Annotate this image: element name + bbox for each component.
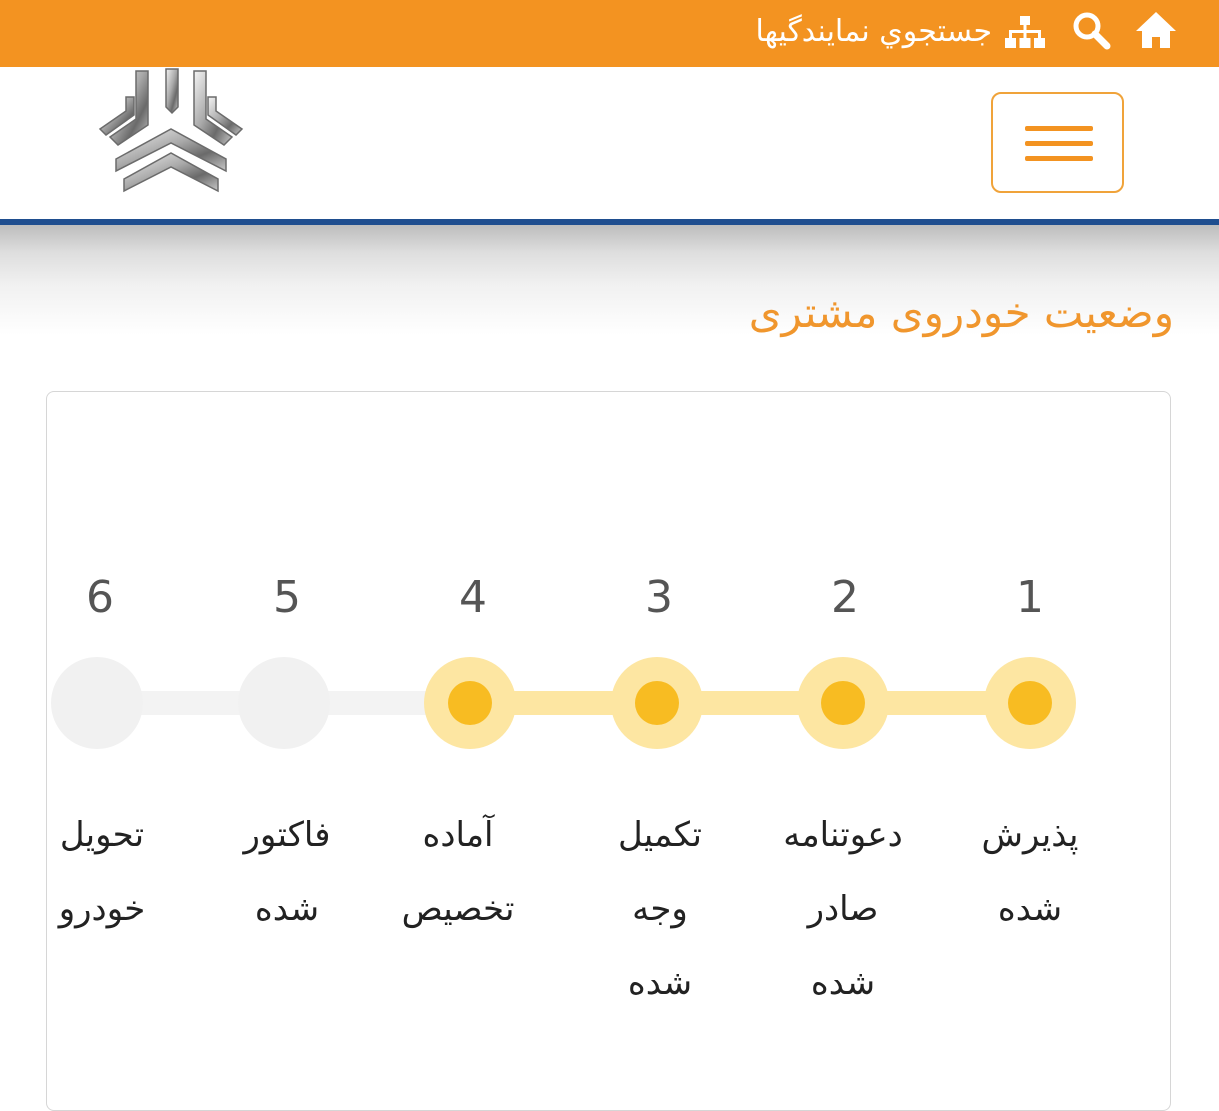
progress-track-completed bbox=[470, 691, 1030, 715]
step-label: دعوتنامه صادر شده bbox=[758, 798, 928, 1020]
step-label-line: شده bbox=[627, 963, 693, 1003]
dealer-search-link[interactable]: جستجوي نمايندگيها bbox=[755, 6, 992, 58]
step-label-line: شده bbox=[254, 889, 320, 929]
step-label-line: پذیرش bbox=[981, 815, 1079, 855]
search-icon[interactable] bbox=[1069, 8, 1113, 52]
top-bar: جستجوي نمايندگيها bbox=[0, 0, 1219, 67]
hamburger-menu-icon bbox=[1025, 126, 1093, 131]
step-indicator-completed bbox=[984, 657, 1076, 749]
step-dot bbox=[448, 681, 492, 725]
step-label-line: شده bbox=[997, 889, 1063, 929]
step-indicator-completed bbox=[424, 657, 516, 749]
step-number: 5 bbox=[273, 572, 301, 623]
step-dot bbox=[821, 681, 865, 725]
step-indicator-pending bbox=[51, 657, 143, 749]
step-label-line: تکمیل bbox=[618, 815, 702, 855]
step-label-line: تحویل bbox=[59, 815, 145, 855]
step-label-line: وجه bbox=[632, 889, 688, 929]
step-label: پذیرش شده bbox=[945, 798, 1115, 946]
step-label: تکمیل وجه شده bbox=[575, 798, 745, 1020]
step-number: 4 bbox=[459, 572, 487, 623]
site-header bbox=[0, 67, 1219, 219]
step-label-line: تخصیص bbox=[401, 889, 515, 929]
step-label-line: فاکتور bbox=[243, 815, 331, 855]
step-label: تحویل خودرو bbox=[17, 798, 187, 946]
step-label-line: شده bbox=[810, 963, 876, 1003]
home-icon[interactable] bbox=[1133, 8, 1179, 52]
step-indicator-pending bbox=[238, 657, 330, 749]
saipa-logo[interactable] bbox=[96, 67, 246, 199]
step-label-line: دعوتنامه bbox=[783, 815, 903, 855]
step-number: 1 bbox=[1016, 572, 1044, 623]
step-label-line: خودرو bbox=[58, 889, 146, 929]
step-dot bbox=[1008, 681, 1052, 725]
menu-button[interactable] bbox=[991, 92, 1124, 193]
step-dot bbox=[635, 681, 679, 725]
hamburger-menu-icon bbox=[1025, 141, 1093, 146]
step-label-line: صادر bbox=[807, 889, 879, 929]
sitemap-icon[interactable] bbox=[1003, 12, 1047, 52]
step-number: 6 bbox=[86, 572, 114, 623]
step-number: 2 bbox=[831, 572, 859, 623]
step-label-line: آماده bbox=[422, 815, 494, 855]
step-label: فاکتور شده bbox=[202, 798, 372, 946]
step-indicator-completed bbox=[611, 657, 703, 749]
step-label: آماده تخصیص bbox=[373, 798, 543, 946]
hamburger-menu-icon bbox=[1025, 156, 1093, 161]
page-title: وضعیت خودروی مشتری bbox=[748, 288, 1174, 337]
step-indicator-completed bbox=[797, 657, 889, 749]
step-number: 3 bbox=[645, 572, 673, 623]
